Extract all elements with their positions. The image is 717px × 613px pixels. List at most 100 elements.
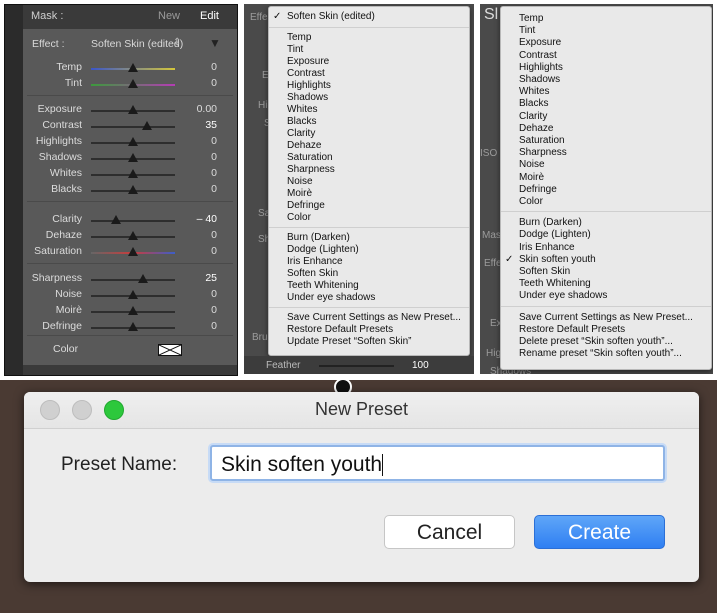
slider-thumb[interactable]: [128, 247, 138, 256]
slider-moir[interactable]: Moirè 0: [23, 304, 237, 318]
slider-track[interactable]: [91, 220, 175, 222]
mask-new-button[interactable]: New: [158, 10, 180, 22]
menu-item[interactable]: Clarity: [519, 111, 547, 122]
menu-item[interactable]: Under eye shadows: [287, 292, 375, 303]
menu-item[interactable]: Teeth Whitening: [519, 278, 591, 289]
slider-thumb[interactable]: [128, 63, 138, 72]
slider-contrast[interactable]: Contrast 35: [23, 119, 237, 133]
menu-item[interactable]: Soften Skin: [287, 268, 338, 279]
slider-thumb[interactable]: [138, 274, 149, 283]
slider-thumb[interactable]: [128, 169, 138, 178]
slider-shadows[interactable]: Shadows 0: [23, 151, 237, 165]
slider-thumb[interactable]: [128, 231, 138, 240]
menu-item[interactable]: Highlights: [519, 62, 563, 73]
menu-item[interactable]: Whites: [287, 104, 318, 115]
menu-item[interactable]: Shadows: [519, 74, 560, 85]
create-button[interactable]: Create: [534, 515, 665, 549]
menu-item[interactable]: Update Preset “Soften Skin”: [287, 336, 412, 347]
menu-item[interactable]: Clarity: [287, 128, 315, 139]
menu-item[interactable]: Temp: [519, 13, 543, 24]
slider-defringe[interactable]: Defringe 0: [23, 320, 237, 334]
menu-item[interactable]: Defringe: [519, 184, 557, 195]
menu-item[interactable]: Exposure: [287, 56, 329, 67]
menu-item[interactable]: Color: [519, 196, 543, 207]
menu-item[interactable]: Highlights: [287, 80, 331, 91]
menu-item[interactable]: Sharpness: [287, 164, 335, 175]
disclosure-triangle-icon[interactable]: ▼: [209, 36, 221, 50]
menu-item[interactable]: Tint: [287, 44, 303, 55]
slider-thumb[interactable]: [128, 105, 138, 114]
menu-item[interactable]: Blacks: [287, 116, 316, 127]
slider-track[interactable]: [91, 126, 175, 128]
effect-dropdown[interactable]: Soften Skin (edited): [91, 38, 183, 50]
slider-thumb[interactable]: [128, 137, 138, 146]
slider-thumb[interactable]: [111, 215, 122, 224]
slider-noise[interactable]: Noise 0: [23, 288, 237, 302]
menu-item[interactable]: Exposure: [519, 37, 561, 48]
slider-thumb[interactable]: [128, 185, 138, 194]
slider-temp[interactable]: Temp 0: [23, 61, 237, 75]
slider-tint[interactable]: Tint 0: [23, 77, 237, 91]
slider-blacks[interactable]: Blacks 0: [23, 183, 237, 197]
effect-label: Effect :: [32, 38, 65, 50]
mask-edit-button[interactable]: Edit: [200, 10, 219, 22]
slider-sharpness[interactable]: Sharpness 25: [23, 272, 237, 286]
menu-item[interactable]: Restore Default Presets: [519, 324, 625, 335]
slider-saturation[interactable]: Saturation 0: [23, 245, 237, 259]
menu-item[interactable]: Noise: [519, 159, 545, 170]
cancel-button[interactable]: Cancel: [384, 515, 515, 549]
menu-item[interactable]: Dehaze: [519, 123, 553, 134]
menu-item[interactable]: Color: [287, 212, 311, 223]
menu-item[interactable]: Moirè: [519, 172, 544, 183]
slider-whites[interactable]: Whites 0: [23, 167, 237, 181]
menu-item[interactable]: Defringe: [287, 200, 325, 211]
menu-item[interactable]: Contrast: [519, 50, 557, 61]
slider-thumb[interactable]: [128, 153, 138, 162]
menu-item[interactable]: Save Current Settings as New Preset...: [287, 312, 461, 323]
menu-item[interactable]: Restore Default Presets: [287, 324, 393, 335]
color-swatch[interactable]: [158, 344, 182, 356]
effect-row[interactable]: Effect : Soften Skin (edited) ⇕ ▼: [23, 35, 237, 53]
menu-item[interactable]: Tint: [519, 25, 535, 36]
slider-clarity[interactable]: Clarity – 40: [23, 213, 237, 227]
menu-item[interactable]: Soften Skin: [519, 266, 570, 277]
menu-item[interactable]: Rename preset “Skin soften youth”...: [519, 348, 682, 359]
menu-item[interactable]: Saturation: [287, 152, 333, 163]
menu-item[interactable]: Sharpness: [519, 147, 567, 158]
slider-thumb[interactable]: [128, 306, 138, 315]
menu-item[interactable]: Shadows: [287, 92, 328, 103]
menu-item[interactable]: Burn (Darken): [519, 217, 582, 228]
menu-item[interactable]: Delete preset “Skin soften youth”...: [519, 336, 673, 347]
menu-item[interactable]: Moirè: [287, 188, 312, 199]
preset-name-input[interactable]: Skin soften youth: [210, 445, 665, 481]
menu-item[interactable]: Teeth Whitening: [287, 280, 359, 291]
menu-item[interactable]: Under eye shadows: [519, 290, 607, 301]
menu-item[interactable]: Save Current Settings as New Preset...: [519, 312, 693, 323]
menu-item[interactable]: Burn (Darken): [287, 232, 350, 243]
menu-item[interactable]: Dodge (Lighten): [519, 229, 591, 240]
menu-item[interactable]: Whites: [519, 86, 550, 97]
menu-item[interactable]: Blacks: [519, 98, 548, 109]
slider-thumb[interactable]: [128, 79, 138, 88]
menu-item[interactable]: Contrast: [287, 68, 325, 79]
photo-background: New Preset Preset Name: Skin soften yout…: [0, 380, 717, 613]
menu-item[interactable]: Iris Enhance: [287, 256, 343, 267]
menu-item[interactable]: Dehaze: [287, 140, 321, 151]
menu-item[interactable]: Iris Enhance: [519, 242, 575, 253]
slider-track[interactable]: [91, 279, 175, 281]
slider-exposure[interactable]: Exposure 0.00: [23, 103, 237, 117]
menu-item[interactable]: Temp: [287, 32, 311, 43]
effect-dropdown-menu[interactable]: Soften Skin (edited) ✓ Temp Tint Exposure Con…: [268, 6, 470, 356]
menu-item[interactable]: Dodge (Lighten): [287, 244, 359, 255]
slider-thumb[interactable]: [142, 121, 153, 130]
menu-item[interactable]: Noise: [287, 176, 313, 187]
menu-item[interactable]: Saturation: [519, 135, 565, 146]
preset-dropdown-menu[interactable]: Temp Tint Exposure Contrast Highlights Shadow…: [500, 6, 712, 370]
slider-thumb[interactable]: [128, 322, 138, 331]
feather-track[interactable]: [319, 365, 394, 367]
menu-item[interactable]: Soften Skin (edited): [287, 11, 375, 22]
menu-item[interactable]: Skin soften youth: [519, 254, 596, 265]
slider-thumb[interactable]: [128, 290, 138, 299]
slider-highlights[interactable]: Highlights 0: [23, 135, 237, 149]
slider-dehaze[interactable]: Dehaze 0: [23, 229, 237, 243]
